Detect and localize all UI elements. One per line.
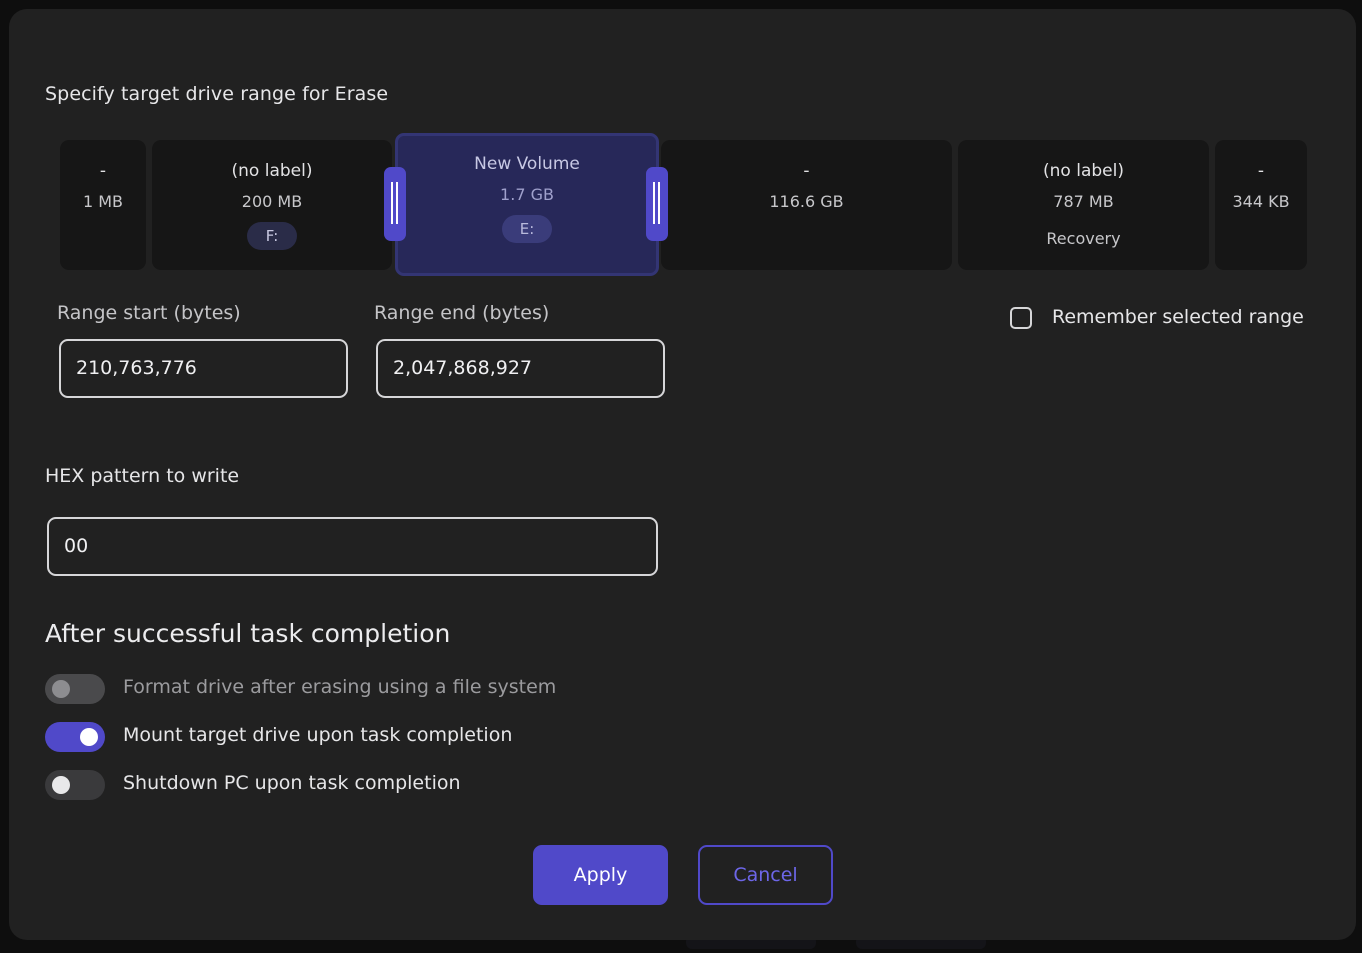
mount-drive-label: Mount target drive upon task completion	[123, 724, 513, 746]
partition-4[interactable]: - 116.6 GB	[661, 140, 952, 270]
range-end-label: Range end (bytes)	[374, 302, 550, 324]
drive-letter-badge: F:	[247, 222, 297, 250]
partition-size: 1.7 GB	[500, 185, 554, 204]
remember-range-checkbox[interactable]	[1010, 307, 1032, 329]
partition-size: 1 MB	[82, 192, 124, 211]
partition-label: -	[803, 161, 810, 181]
range-end-handle[interactable]	[646, 167, 668, 241]
partition-size: 344 KB	[1232, 192, 1290, 211]
shutdown-pc-toggle[interactable]	[45, 770, 105, 800]
range-start-label: Range start (bytes)	[57, 302, 241, 324]
partition-label: (no label)	[1043, 161, 1124, 181]
partition-3-selected[interactable]: New Volume 1.7 GB E:	[395, 133, 659, 276]
mount-drive-toggle[interactable]	[45, 722, 105, 752]
grip-line-icon	[396, 182, 398, 224]
hex-pattern-input[interactable]: 00	[47, 517, 658, 576]
completion-heading: After successful task completion	[45, 619, 451, 648]
range-start-handle[interactable]	[384, 167, 406, 241]
grip-line-icon	[658, 182, 660, 224]
apply-button[interactable]: Apply	[533, 845, 668, 905]
partition-label: -	[1257, 161, 1265, 181]
partition-2[interactable]: (no label) 200 MB F:	[152, 140, 392, 270]
toggle-knob	[80, 728, 98, 746]
hex-pattern-label: HEX pattern to write	[45, 465, 240, 487]
partition-label: New Volume	[474, 154, 580, 174]
partition-size: 116.6 GB	[769, 192, 844, 211]
erase-settings-dialog: Specify target drive range for Erase - 1…	[9, 9, 1356, 940]
partition-label: (no label)	[231, 161, 313, 181]
partition-5[interactable]: (no label) 787 MB Recovery	[958, 140, 1209, 270]
toggle-knob	[52, 680, 70, 698]
toggle-knob	[52, 776, 70, 794]
grip-line-icon	[653, 182, 655, 224]
partition-label: -	[99, 161, 107, 181]
drive-letter-badge: E:	[502, 215, 552, 243]
cancel-button[interactable]: Cancel	[698, 845, 833, 905]
shutdown-pc-label: Shutdown PC upon task completion	[123, 772, 461, 794]
partition-map: - 1 MB (no label) 200 MB F: New Volume 1…	[9, 9, 1356, 309]
format-drive-label: Format drive after erasing using a file …	[123, 676, 557, 698]
grip-line-icon	[391, 182, 393, 224]
partition-size: 200 MB	[241, 192, 303, 211]
format-drive-toggle[interactable]	[45, 674, 105, 704]
range-end-input[interactable]: 2,047,868,927	[376, 339, 665, 398]
range-start-input[interactable]: 210,763,776	[59, 339, 348, 398]
partition-type: Recovery	[1046, 229, 1121, 248]
partition-6[interactable]: - 344 KB	[1215, 140, 1307, 270]
partition-1[interactable]: - 1 MB	[60, 140, 146, 270]
partition-size: 787 MB	[1053, 192, 1114, 211]
remember-range-label[interactable]: Remember selected range	[1052, 306, 1304, 328]
